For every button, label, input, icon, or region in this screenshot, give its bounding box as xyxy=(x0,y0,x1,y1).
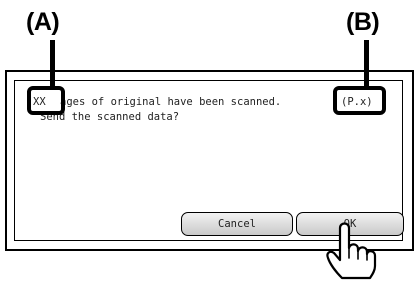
callout-a-highlight xyxy=(27,86,65,115)
callout-b-highlight xyxy=(333,86,386,115)
callout-a-leader xyxy=(50,40,55,88)
message-line-1: ages of original have been scanned. xyxy=(60,96,282,108)
cancel-button[interactable]: Cancel xyxy=(181,212,293,236)
callout-b-label: (B) xyxy=(346,8,380,36)
callout-b-leader xyxy=(364,40,369,88)
callout-a-label: (A) xyxy=(26,8,60,36)
pointing-hand-icon xyxy=(326,222,377,280)
